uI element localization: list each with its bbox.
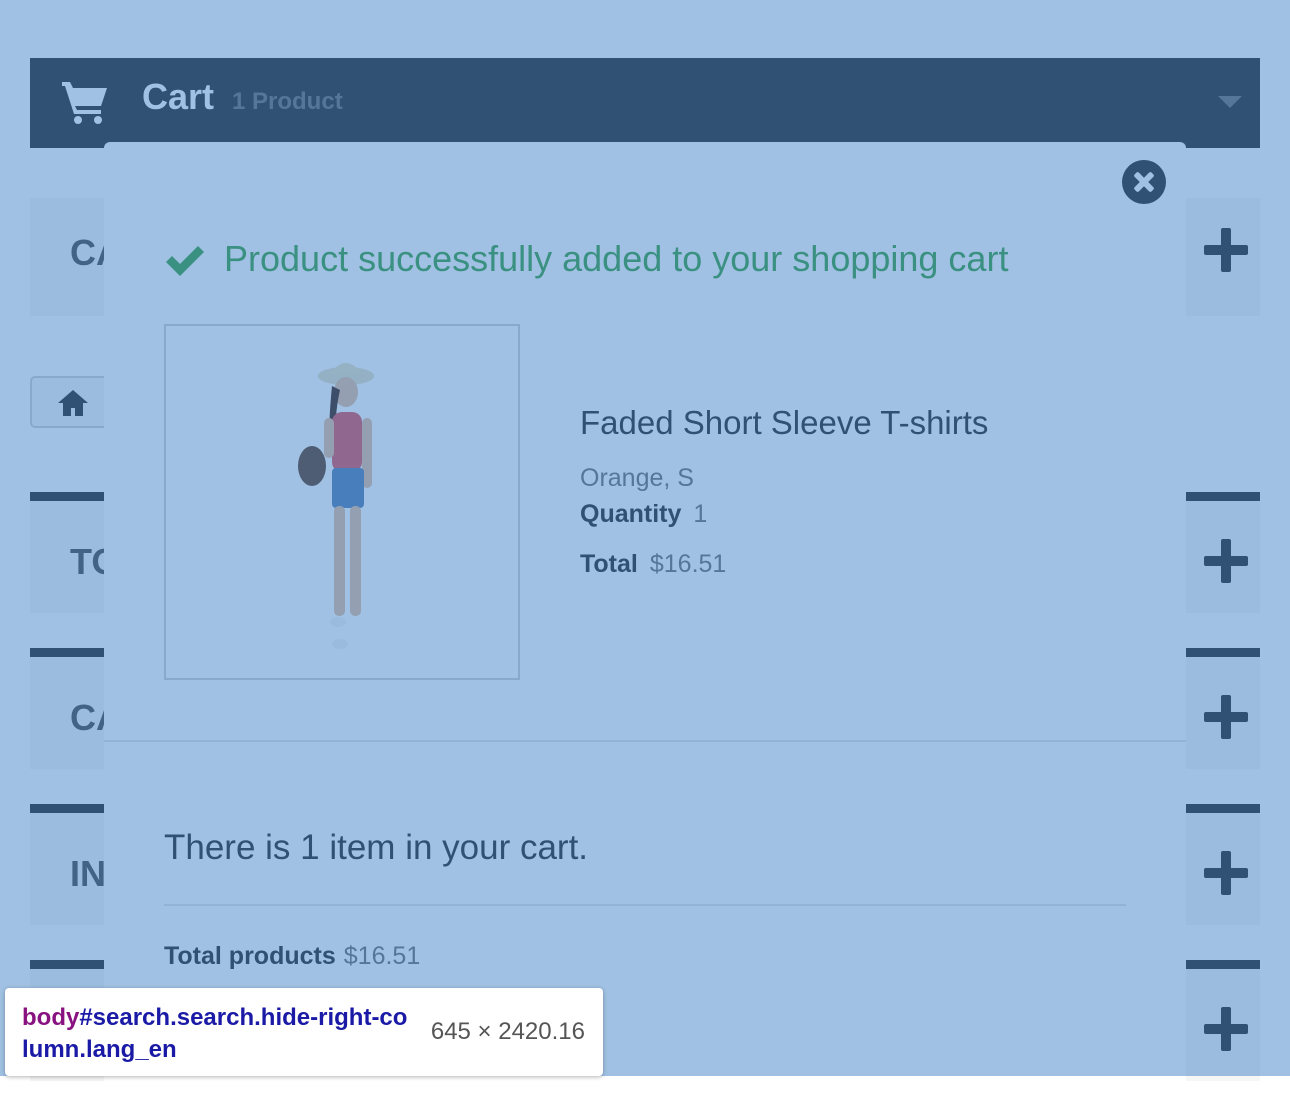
plus-icon[interactable] bbox=[1204, 695, 1248, 739]
product-quantity: Quantity 1 bbox=[580, 500, 707, 529]
cart-title: Cart bbox=[142, 76, 215, 117]
divider bbox=[104, 740, 1186, 742]
chevron-down-icon[interactable] bbox=[1218, 96, 1242, 108]
checkmark-icon bbox=[166, 246, 204, 276]
page-background: Cart 1 Product CA TO CA IN Product succe… bbox=[0, 0, 1290, 1102]
cart-icon bbox=[62, 82, 107, 124]
success-message: Product successfully added to your shopp… bbox=[224, 238, 1009, 279]
plus-icon[interactable] bbox=[1204, 1007, 1248, 1051]
total-products-label: Total products bbox=[164, 942, 336, 970]
tooltip-tag: body bbox=[22, 1004, 80, 1031]
total-products-value: $16.51 bbox=[343, 942, 421, 970]
home-icon bbox=[58, 390, 88, 416]
tooltip-dimensions: 645 × 2420.16 bbox=[430, 1018, 585, 1045]
total-label: Total bbox=[580, 550, 638, 578]
cart-summary: There is 1 item in your cart. bbox=[164, 828, 589, 867]
cart-count: 1 Product bbox=[232, 88, 343, 115]
product-name[interactable]: Faded Short Sleeve T-shirts bbox=[580, 404, 988, 442]
tooltip-id-classes: #search.search.hide-right-column.lang_en bbox=[22, 1004, 408, 1063]
plus-icon[interactable] bbox=[1204, 539, 1248, 583]
plus-icon[interactable] bbox=[1204, 851, 1248, 895]
total-products: Total products $16.51 bbox=[164, 942, 420, 971]
product-total: Total $16.51 bbox=[580, 550, 726, 579]
divider bbox=[164, 904, 1126, 906]
plus-icon[interactable] bbox=[1204, 228, 1248, 272]
tooltip-selector: body#search.search.hide-right-column.lan… bbox=[22, 1002, 412, 1066]
product-photo bbox=[298, 363, 374, 649]
cart-header[interactable]: Cart 1 Product bbox=[30, 58, 1260, 148]
add-to-cart-modal: Product successfully added to your shopp… bbox=[104, 142, 1186, 1102]
devtools-element-tooltip: body#search.search.hide-right-column.lan… bbox=[5, 988, 603, 1076]
total-value: $16.51 bbox=[649, 550, 727, 578]
product-image bbox=[164, 324, 520, 680]
quantity-label: Quantity bbox=[580, 500, 682, 528]
product-attributes: Orange, S bbox=[580, 464, 694, 492]
block-title: IN bbox=[70, 853, 106, 894]
quantity-value: 1 bbox=[693, 500, 708, 528]
close-icon[interactable] bbox=[1122, 160, 1166, 204]
